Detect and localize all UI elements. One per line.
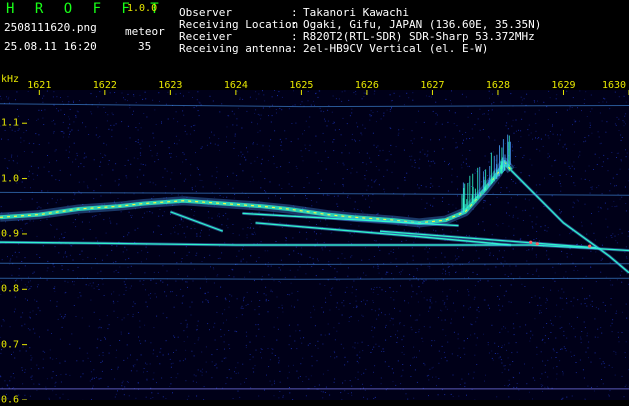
spectrogram-plot — [0, 0, 629, 400]
freq-tick-label: 0.6 — [1, 395, 19, 406]
frequency-unit-label: kHz — [1, 74, 19, 85]
time-tick-label: 1621 — [27, 80, 51, 91]
time-tick-label: 1628 — [486, 80, 510, 91]
peak-dot-1 — [536, 242, 539, 245]
freq-tick-label: 0.9 — [1, 228, 19, 239]
time-tick-label: 1624 — [224, 80, 248, 91]
time-tick-label: 1627 — [420, 80, 444, 91]
time-tick-label: 1623 — [158, 80, 182, 91]
freq-tick-label: 0.8 — [1, 284, 19, 295]
freq-tick-label: 1.0 — [1, 173, 19, 184]
peak-dot-2 — [588, 245, 591, 248]
time-tick-label: 1625 — [289, 80, 313, 91]
freq-tick-label: 0.7 — [1, 339, 19, 350]
time-tick-label: 1629 — [551, 80, 575, 91]
time-tick-label: 1622 — [93, 80, 117, 91]
freq-tick-label: 1.1 — [1, 118, 19, 129]
peak-dot-0 — [529, 241, 532, 244]
time-tick-label: 1630 — [602, 80, 626, 91]
time-tick-label: 1626 — [355, 80, 379, 91]
